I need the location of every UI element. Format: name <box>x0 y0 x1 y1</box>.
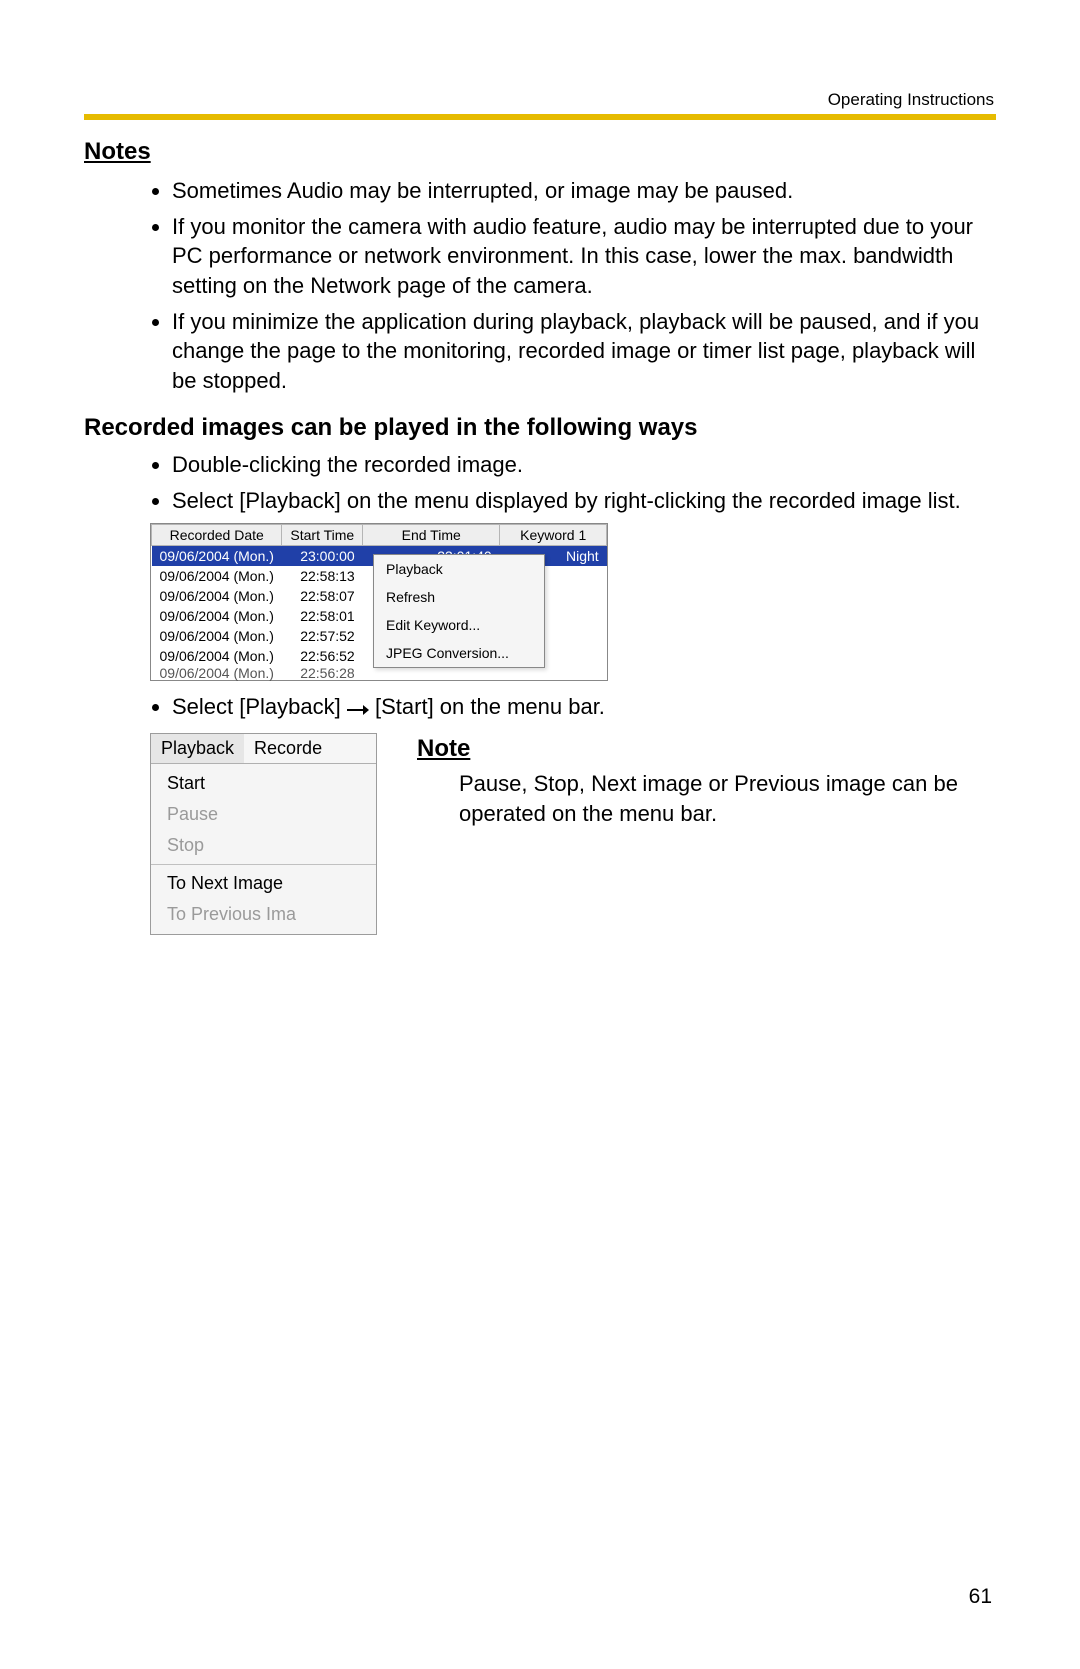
bullet-item: Double-clicking the recorded image. <box>172 450 996 480</box>
bullet-item: If you minimize the application during p… <box>172 307 996 396</box>
cell-start: 23:00:00 <box>282 546 363 567</box>
bullet-item: Select [Playback] [Start] on the menu ba… <box>172 692 996 723</box>
separator <box>151 864 376 865</box>
arrow-icon <box>347 694 369 724</box>
document-page: Operating Instructions Notes Sometimes A… <box>0 0 1080 1669</box>
note-block: Note Pause, Stop, Next image or Previous… <box>417 733 996 828</box>
cell-date: 09/06/2004 (Mon.) <box>152 546 282 567</box>
notes-heading: Notes <box>84 138 996 166</box>
menu-tab-playback[interactable]: Playback <box>151 734 244 763</box>
note-text: Pause, Stop, Next image or Previous imag… <box>459 769 996 828</box>
cell-date: 09/06/2004 (Mon.) <box>152 586 282 606</box>
cell-start: 22:58:07 <box>282 586 363 606</box>
notes-list: Sometimes Audio may be interrupted, or i… <box>148 176 996 396</box>
cell-date: 09/06/2004 (Mon.) <box>152 626 282 646</box>
menu-tab-recorded[interactable]: Recorde <box>244 734 332 763</box>
col-recorded-date[interactable]: Recorded Date <box>152 525 282 546</box>
table-row[interactable]: 09/06/2004 (Mon.) 22:56:28 <box>152 666 607 680</box>
bullet-item: If you monitor the camera with audio fea… <box>172 212 996 301</box>
cell-start: 22:56:28 <box>282 666 363 680</box>
bullet-text-pre: Select [Playback] <box>172 694 341 719</box>
page-number: 61 <box>969 1585 992 1609</box>
recorded-list-window: Recorded Date Start Time End Time Keywor… <box>150 523 608 681</box>
menu-edit-keyword[interactable]: Edit Keyword... <box>374 611 544 639</box>
cell-date: 09/06/2004 (Mon.) <box>152 606 282 626</box>
menu-refresh[interactable]: Refresh <box>374 583 544 611</box>
menu-to-previous-image: To Previous Ima <box>151 899 376 930</box>
cell-start: 22:56:52 <box>282 646 363 666</box>
playback-dropdown: Start Pause Stop To Next Image To Previo… <box>151 764 376 934</box>
cell-start: 22:57:52 <box>282 626 363 646</box>
cell-date: 09/06/2004 (Mon.) <box>152 566 282 586</box>
body-content: Notes Sometimes Audio may be interrupted… <box>84 94 996 935</box>
playback-ways-heading: Recorded images can be played in the fol… <box>84 414 996 442</box>
table-header-row: Recorded Date Start Time End Time Keywor… <box>152 525 607 546</box>
cell-start: 22:58:01 <box>282 606 363 626</box>
recorded-list-screenshot: Recorded Date Start Time End Time Keywor… <box>150 523 996 686</box>
cell-date: 09/06/2004 (Mon.) <box>152 666 282 680</box>
note-heading: Note <box>417 735 996 763</box>
menubar: Playback Recorde <box>151 734 376 764</box>
bullet-item: Select [Playback] on the menu displayed … <box>172 486 996 516</box>
playback-menu-screenshot: Playback Recorde Start Pause Stop To Nex… <box>150 733 377 935</box>
col-end-time[interactable]: End Time <box>363 525 500 546</box>
col-keyword1[interactable]: Keyword 1 <box>500 525 607 546</box>
menu-playback[interactable]: Playback <box>374 555 544 583</box>
context-menu: Playback Refresh Edit Keyword... JPEG Co… <box>373 554 545 668</box>
cell-date: 09/06/2004 (Mon.) <box>152 646 282 666</box>
bullet-text-post: [Start] on the menu bar. <box>375 694 605 719</box>
playback-ways-list-cont: Select [Playback] [Start] on the menu ba… <box>148 692 996 723</box>
col-start-time[interactable]: Start Time <box>282 525 363 546</box>
menu-jpeg-conversion[interactable]: JPEG Conversion... <box>374 639 544 667</box>
bullet-item: Sometimes Audio may be interrupted, or i… <box>172 176 996 206</box>
menu-to-next-image[interactable]: To Next Image <box>151 868 376 899</box>
menu-stop: Stop <box>151 830 376 861</box>
cell-start: 22:58:13 <box>282 566 363 586</box>
playback-ways-list: Double-clicking the recorded image. Sele… <box>148 450 996 515</box>
menu-start[interactable]: Start <box>151 768 376 799</box>
menu-pause: Pause <box>151 799 376 830</box>
